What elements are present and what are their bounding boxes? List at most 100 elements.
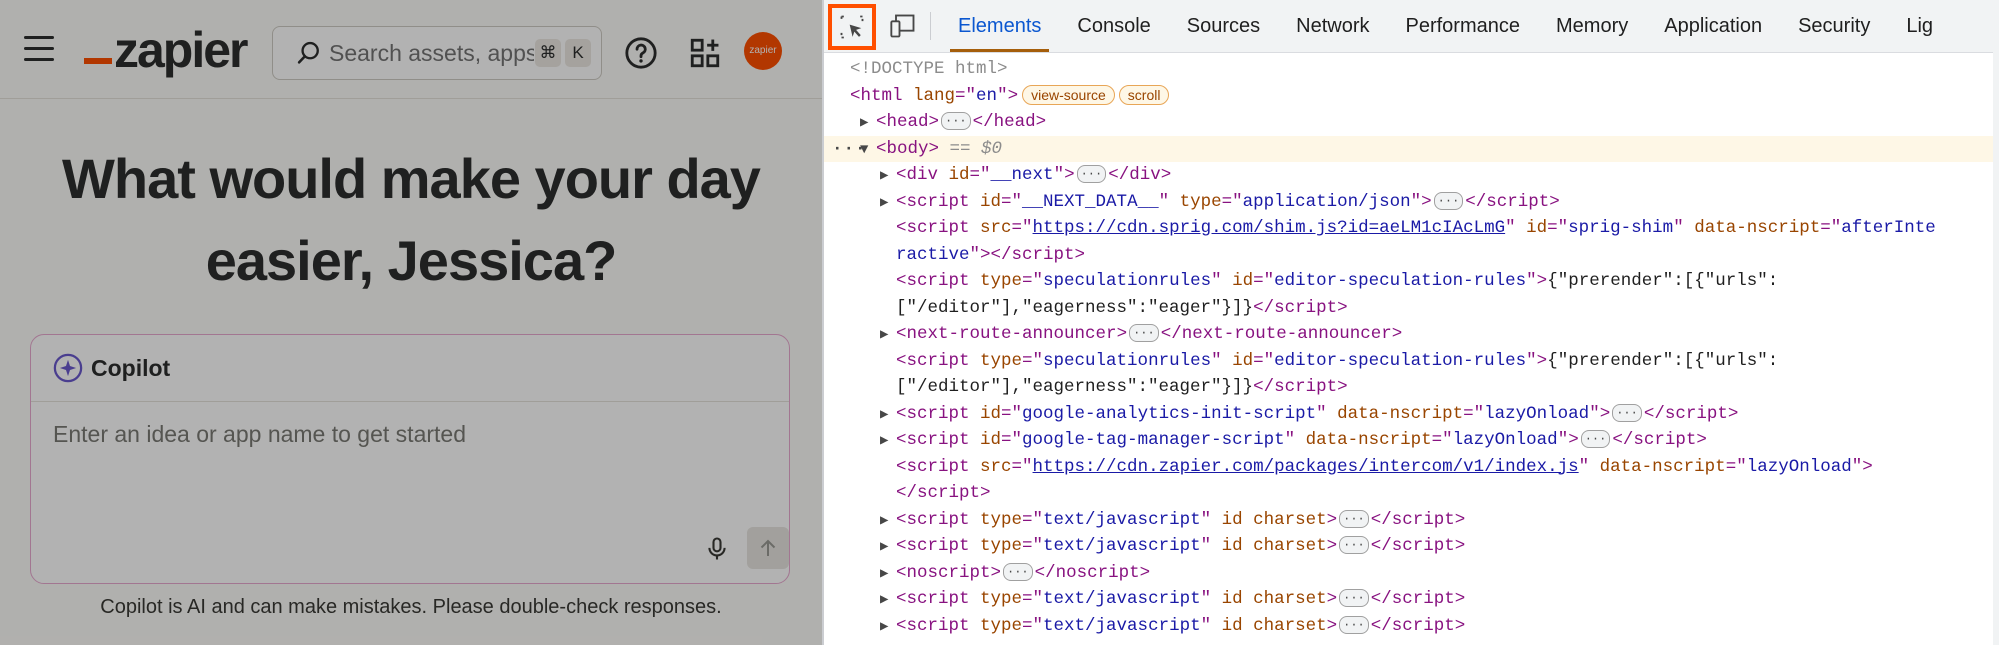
attr-id-value: __NEXT_DATA__ — [1022, 191, 1159, 212]
help-icon[interactable] — [624, 36, 658, 70]
zapier-app-pane: zapier ⌘ K zapier What would make your d… — [0, 0, 822, 645]
ellipsis-badge[interactable]: ··· — [1129, 324, 1159, 343]
dom-node-script-charset-2[interactable]: ▶ <script type="text/javascript" id chars… — [824, 533, 1999, 560]
dom-node-doctype[interactable]: <!DOCTYPE html> — [824, 56, 1999, 83]
elements-dom-tree: <!DOCTYPE html> <html lang="en"> view-sou… — [824, 56, 1999, 639]
attr-id-value: google-tag-manager-script — [1022, 430, 1285, 450]
logo-wordmark: zapier — [114, 22, 249, 78]
copilot-disclaimer: Copilot is AI and can make mistakes. Ple… — [100, 596, 722, 618]
dom-node-route-announcer[interactable]: ▶ <next-route-announcer> ··· </next-route-a… — [824, 321, 1999, 348]
toolbar-divider — [930, 12, 931, 40]
search-input[interactable] — [327, 38, 536, 68]
ellipsis-badge[interactable]: ··· — [941, 112, 971, 131]
scroll-badge[interactable]: scroll — [1118, 84, 1170, 105]
attr-nscript-value-wrap: ractive — [896, 244, 970, 265]
dom-node-div-next[interactable]: ▶ <div id="__next"> ··· </div> — [824, 162, 1999, 189]
avatar[interactable]: zapier — [744, 32, 782, 70]
sprig-src-link[interactable]: https://cdn.sprig.com/shim.js?id=aeLM1cI… — [1033, 218, 1506, 238]
hamburger-menu-icon[interactable] — [24, 36, 54, 62]
copilot-header: Copilot — [31, 335, 789, 402]
tab-elements[interactable]: Elements — [940, 0, 1059, 52]
dom-node-script-sprig[interactable]: <script src="https://cdn.sprig.com/shim.… — [824, 215, 1999, 242]
zapier-logo[interactable]: zapier — [84, 22, 249, 78]
expand-triangle-icon[interactable]: ▶ — [880, 428, 896, 455]
attr-nscript-value: afterInte — [1841, 218, 1936, 238]
tab-sources[interactable]: Sources — [1169, 0, 1278, 52]
dom-node-script-speculation-2-wrap[interactable]: ["/editor"],"eagerness":"eager"}]}</scri… — [824, 374, 1999, 401]
copilot-prompt-input[interactable] — [51, 419, 755, 503]
ellipsis-badge[interactable]: ··· — [1339, 536, 1369, 555]
expand-triangle-icon[interactable]: ▶ — [880, 614, 896, 641]
attr-id-value: sprig-shim — [1568, 218, 1674, 238]
ellipsis-badge[interactable]: ··· — [1076, 165, 1107, 184]
attr-nscript-value: lazyOnload — [1452, 430, 1558, 450]
ellipsis-badge[interactable]: ··· — [1580, 430, 1611, 449]
tab-security[interactable]: Security — [1780, 0, 1888, 52]
dom-node-noscript[interactable]: ▶ <noscript> ··· </noscript> — [824, 560, 1999, 587]
search-box[interactable]: ⌘ K — [272, 26, 602, 80]
dom-node-script-intercom[interactable]: <script src="https://cdn.zapier.com/pack… — [824, 454, 1999, 481]
dom-node-script-gtm[interactable]: ▶ <script id="google-tag-manager-script" … — [824, 427, 1999, 454]
tab-performance[interactable]: Performance — [1388, 0, 1539, 52]
tab-lighthouse[interactable]: Lig — [1888, 0, 1951, 52]
dom-node-script-speculation-1[interactable]: <script type="speculationrules" id="edit… — [824, 268, 1999, 295]
apps-grid-icon[interactable] — [688, 36, 722, 70]
expand-triangle-icon[interactable]: ▶ — [880, 561, 896, 588]
expand-triangle-icon[interactable]: ▶ — [880, 163, 896, 190]
send-button[interactable] — [747, 527, 789, 569]
html-lang-value: en — [976, 85, 998, 106]
arrow-up-icon — [760, 539, 776, 556]
expand-triangle-icon[interactable]: ▶ — [880, 508, 896, 535]
ellipsis-badge[interactable]: ··· — [1433, 191, 1464, 210]
logo-underscore — [84, 58, 112, 64]
dom-node-script-sprig-wrap[interactable]: ractive"></script> — [824, 242, 1999, 269]
devtools-tabs: Elements Console Sources Network Perform… — [940, 0, 1951, 52]
attr-type-value: speculationrules — [1043, 350, 1212, 371]
dom-node-script-ga[interactable]: ▶ <script id="google-analytics-init-scrip… — [824, 401, 1999, 428]
dom-node-body[interactable]: ··· ▼ <body> == $0 — [824, 135, 1999, 163]
ellipsis-badge[interactable]: ··· — [1003, 562, 1033, 581]
tab-memory[interactable]: Memory — [1538, 0, 1646, 52]
ellipsis-badge[interactable]: ··· — [1339, 509, 1369, 528]
expand-triangle-icon[interactable]: ▶ — [880, 322, 896, 349]
dom-node-script-intercom-close[interactable]: </script> — [824, 480, 1999, 507]
expand-triangle-icon[interactable]: ▶ — [860, 110, 876, 137]
row-ellipsis-icon[interactable]: ··· — [832, 136, 867, 163]
dom-node-script-speculation-1-wrap[interactable]: ["/editor"],"eagerness":"eager"}]}</scri… — [824, 295, 1999, 322]
attr-id-value: editor-speculation-rules — [1274, 271, 1527, 291]
dom-node-script-charset-1[interactable]: ▶ <script type="text/javascript" id chars… — [824, 507, 1999, 534]
dom-node-script-next-data[interactable]: ▶ <script id="__NEXT_DATA__" type="applic… — [824, 189, 1999, 216]
tag-name-close: next-route-announcer — [1181, 324, 1392, 344]
microphone-icon[interactable] — [703, 535, 731, 563]
ellipsis-badge[interactable]: ··· — [1339, 589, 1369, 608]
dom-node-script-charset-3[interactable]: ▶ <script type="text/javascript" id chars… — [824, 586, 1999, 613]
attr-nscript-value: lazyOnload — [1746, 456, 1852, 477]
page-title-line-1: What would make your day — [62, 147, 761, 210]
device-toolbar-icon[interactable] — [888, 12, 918, 40]
copilot-title: Copilot — [91, 354, 171, 381]
dom-node-html[interactable]: <html lang="en"> view-source scroll — [824, 83, 1999, 110]
expand-triangle-icon[interactable]: ▶ — [880, 402, 896, 429]
expand-triangle-icon[interactable]: ▶ — [880, 587, 896, 614]
devtools-scrollbar[interactable] — [1993, 52, 1999, 645]
attr-nscript-value: lazyOnload — [1484, 403, 1590, 424]
ellipsis-badge[interactable]: ··· — [1339, 615, 1369, 634]
view-source-badge[interactable]: view-source — [1022, 84, 1115, 105]
attr-id-value: google-analytics-init-script — [1022, 403, 1317, 424]
tab-console[interactable]: Console — [1059, 0, 1168, 52]
selected-node-marker: == $0 — [949, 138, 1003, 159]
dom-node-head[interactable]: ▶ <head> ··· </head> — [824, 109, 1999, 136]
dom-node-script-speculation-2[interactable]: <script type="speculationrules" id="edit… — [824, 348, 1999, 375]
intercom-src-link[interactable]: https://cdn.zapier.com/packages/intercom… — [1033, 457, 1579, 477]
ellipsis-badge[interactable]: ··· — [1612, 403, 1642, 422]
tab-application[interactable]: Application — [1646, 0, 1780, 52]
inspect-cursor-icon — [840, 15, 864, 39]
script-inline-text: {"prerender":[{"urls": — [1547, 271, 1779, 291]
expand-triangle-icon[interactable]: ▶ — [880, 190, 896, 217]
attr-type-value: text/javascript — [1043, 509, 1201, 530]
dom-node-script-charset-4[interactable]: ▶ <script type="text/javascript" id chars… — [824, 613, 1999, 640]
inspect-element-button[interactable] — [828, 4, 876, 50]
expand-triangle-icon[interactable]: ▶ — [880, 534, 896, 561]
page-title: What would make your day easier, Jessica… — [0, 138, 822, 302]
tab-network[interactable]: Network — [1278, 0, 1387, 52]
